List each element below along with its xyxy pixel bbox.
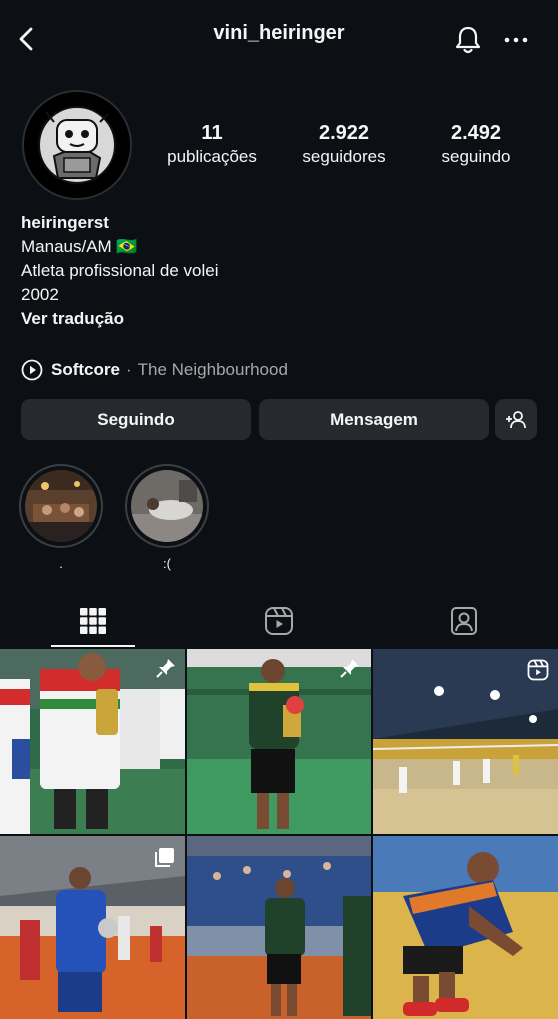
post-thumbnail[interactable] [0, 649, 185, 834]
bio-description: Atleta profissional de volei [21, 261, 219, 280]
reels-icon [265, 607, 293, 635]
post-thumbnail[interactable] [373, 836, 558, 1019]
post-thumbnail[interactable] [187, 836, 371, 1019]
music-separator: · [125, 360, 132, 379]
highlight-item[interactable]: . [19, 464, 103, 571]
stat-followers-value: 2.922 [318, 122, 370, 144]
music-artist: The Neighbourhood [137, 360, 288, 379]
profile-name: heiringerst [21, 213, 109, 232]
stat-following[interactable]: 2.492 seguindo [416, 120, 536, 168]
post-thumbnail[interactable] [187, 649, 371, 834]
highlight-ring [125, 464, 209, 548]
translate-link[interactable]: Ver tradução [21, 307, 124, 331]
music-row[interactable]: Softcore · The Neighbourhood [21, 358, 288, 382]
more-horizontal-icon [504, 37, 528, 43]
avatar-image [24, 92, 130, 198]
bio-location: Manaus/AM 🇧🇷 [21, 237, 138, 256]
tab-reels[interactable] [238, 598, 320, 644]
tab-posts-grid[interactable] [52, 598, 134, 644]
grid-icon [80, 608, 106, 634]
highlight-label: :( [163, 556, 171, 571]
stat-posts-label: publicações [167, 147, 257, 166]
stat-followers[interactable]: 2.922 seguidores [284, 120, 404, 168]
bell-icon [455, 26, 481, 54]
following-button[interactable]: Seguindo [21, 399, 251, 440]
add-person-icon [506, 410, 526, 428]
post-thumbnail[interactable] [0, 836, 185, 1019]
suggest-people-button[interactable] [495, 399, 537, 440]
pin-icon [156, 659, 175, 678]
play-circle-icon [21, 359, 43, 381]
highlight-item[interactable]: :( [125, 464, 209, 571]
highlight-label: . [59, 556, 63, 571]
post-thumbnail[interactable] [373, 649, 558, 834]
stat-following-value: 2.492 [450, 122, 502, 144]
reel-badge-icon [527, 659, 549, 681]
profile-avatar[interactable] [22, 90, 132, 200]
highlight-cover-image [25, 470, 97, 542]
stat-posts[interactable]: 11 publicações [152, 120, 272, 168]
notifications-button[interactable] [450, 22, 486, 58]
more-options-button[interactable] [500, 24, 532, 56]
bio-year: 2002 [21, 285, 59, 304]
stat-followers-label: seguidores [302, 147, 386, 166]
tab-tagged[interactable] [423, 598, 505, 644]
highlight-cover-image [131, 470, 203, 542]
message-button[interactable]: Mensagem [259, 399, 489, 440]
carousel-icon [155, 848, 174, 867]
stat-following-label: seguindo [441, 147, 511, 166]
active-tab-indicator [51, 645, 135, 647]
highlight-ring [19, 464, 103, 548]
pin-icon [340, 659, 359, 678]
tagged-icon [451, 607, 477, 635]
music-track: Softcore [51, 360, 120, 379]
stat-posts-value: 11 [201, 122, 223, 144]
